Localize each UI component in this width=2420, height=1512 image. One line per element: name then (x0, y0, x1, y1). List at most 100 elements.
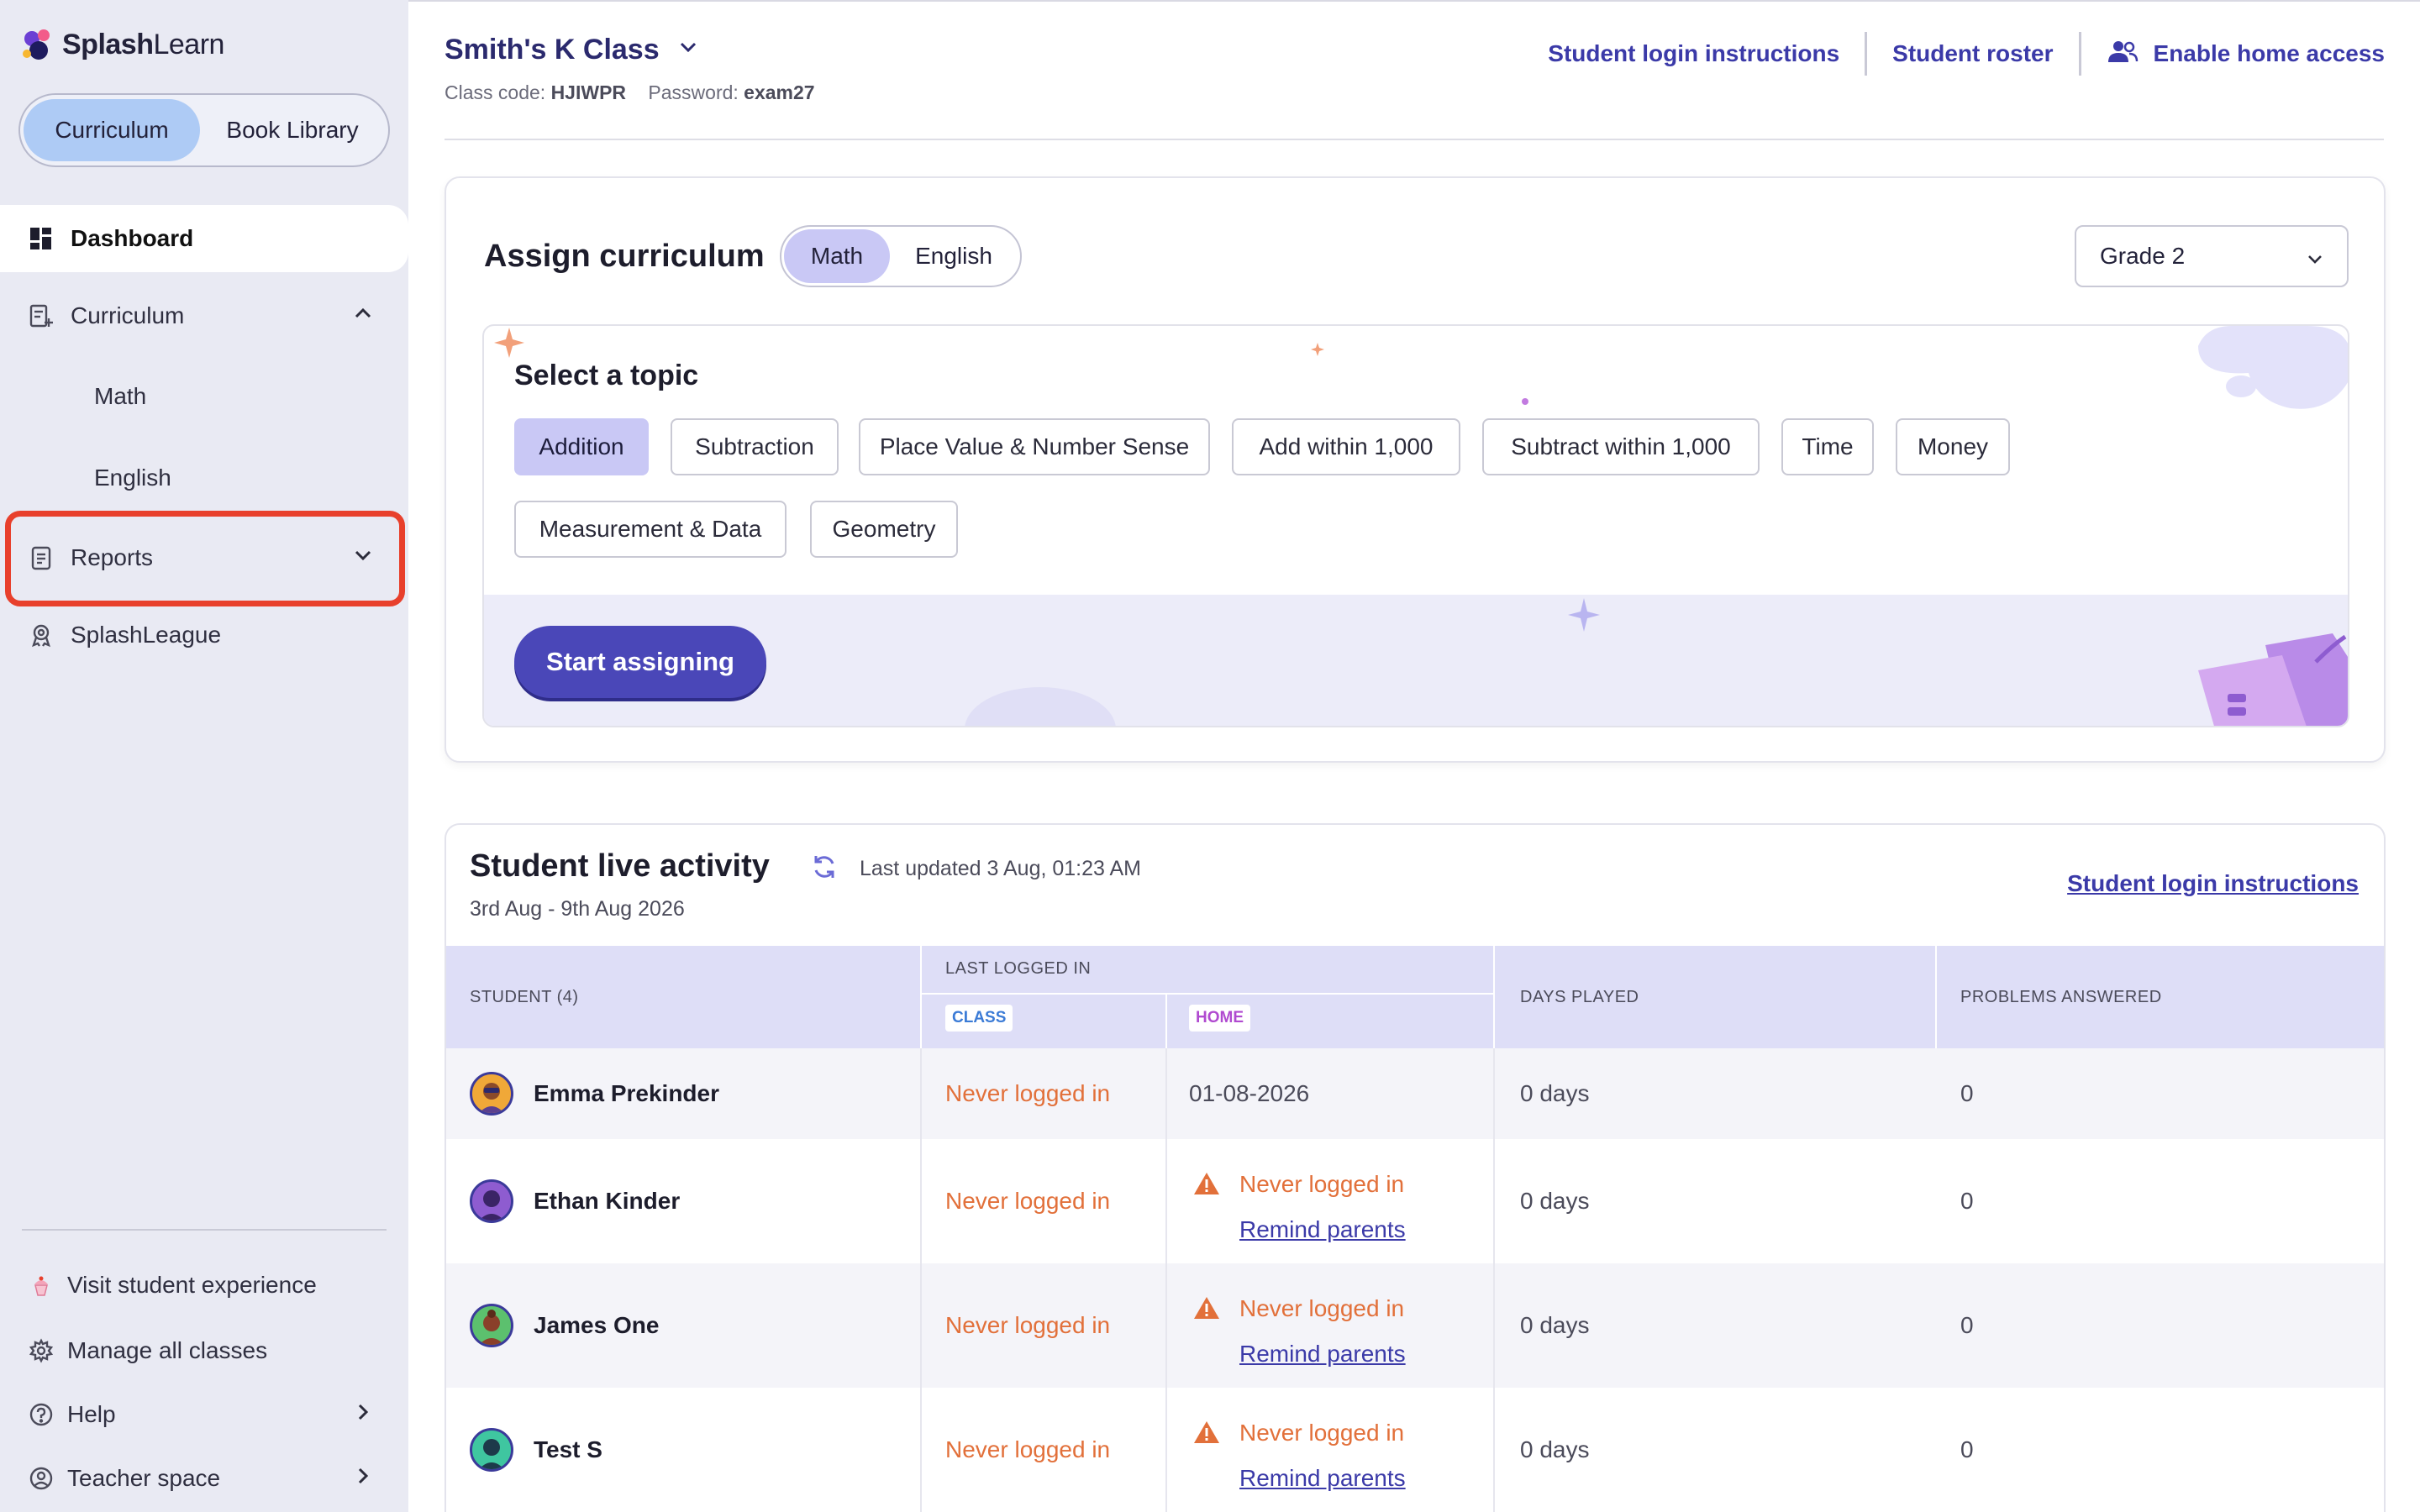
student-live-activity-card: Student live activity Last updated 3 Aug… (445, 823, 2386, 1512)
badge-icon (29, 622, 54, 648)
book-library-toggle-option[interactable]: Book Library (200, 99, 385, 161)
enable-home-access-link[interactable]: Enable home access (2107, 39, 2385, 70)
topic-chip-subtraction[interactable]: Subtraction (671, 418, 839, 475)
top-border (408, 0, 2420, 2)
footer-item-label: Visit student experience (67, 1272, 317, 1298)
topic-chip-measurement-data[interactable]: Measurement & Data (514, 501, 786, 558)
topic-chip-add-within-1000[interactable]: Add within 1,000 (1232, 418, 1460, 475)
student-name[interactable]: James One (534, 1312, 659, 1339)
problems-answered: 0 (1960, 1312, 1974, 1338)
class-last-login: Never logged in (945, 1312, 1111, 1338)
topic-chip-subtract-within-1000[interactable]: Subtract within 1,000 (1482, 418, 1760, 475)
grade-select[interactable]: Grade 2 (2075, 225, 2349, 287)
column-problems-answered: PROBLEMS ANSWERED (1960, 988, 2162, 1006)
chevron-right-icon (351, 1464, 375, 1494)
topic-selector: Select a topic Addition Subtraction Plac… (482, 324, 2349, 727)
sidebar-divider (22, 1229, 387, 1231)
subject-math-option[interactable]: Math (784, 229, 890, 283)
table-row: Ethan Kinder Never logged in Never logge… (446, 1139, 2384, 1263)
topic-chip-money[interactable]: Money (1896, 418, 2010, 475)
activity-table-header: STUDENT (4) LAST LOGGED IN CLASS HOME DA… (446, 946, 2384, 1048)
class-code: HJIWPR (550, 81, 627, 103)
activity-login-instructions-link[interactable]: Student login instructions (2067, 870, 2359, 897)
remind-parents-link[interactable]: Remind parents (1239, 1465, 1406, 1492)
days-played: 0 days (1520, 1312, 1590, 1338)
footer-item-label: Help (67, 1401, 116, 1427)
class-last-login: Never logged in (945, 1436, 1111, 1462)
start-assigning-button[interactable]: Start assigning (514, 626, 766, 698)
refresh-icon[interactable] (811, 853, 838, 885)
student-name[interactable]: Ethan Kinder (534, 1188, 680, 1215)
sidebar: SplashLearn Curriculum Book Library Dash… (0, 0, 408, 1512)
link-separator (1865, 32, 1868, 76)
logo-text: SplashLearn (62, 28, 224, 60)
link-separator (2078, 32, 2081, 76)
class-name: Smith's K Class (445, 34, 660, 66)
problems-answered: 0 (1960, 1080, 1974, 1106)
manage-all-classes-link[interactable]: Manage all classes (29, 1337, 267, 1364)
class-selector[interactable]: Smith's K Class (445, 34, 700, 66)
visit-student-experience-link[interactable]: Visit student experience (29, 1272, 317, 1299)
table-row: James One Never logged in Never logged i… (446, 1263, 2384, 1388)
student-name[interactable]: Emma Prekinder (534, 1080, 719, 1107)
gear-icon (29, 1338, 54, 1363)
topic-chip-place-value[interactable]: Place Value & Number Sense (859, 418, 1210, 475)
topic-chip-time[interactable]: Time (1781, 418, 1874, 475)
column-days-played: DAYS PLAYED (1520, 988, 1639, 1006)
help-menu[interactable]: Help (29, 1401, 380, 1428)
remind-parents-link[interactable]: Remind parents (1239, 1341, 1406, 1368)
student-roster-link[interactable]: Student roster (1892, 40, 2053, 67)
dashboard-icon (29, 226, 54, 251)
column-last-logged-in: LAST LOGGED IN (945, 959, 1092, 978)
class-last-login: Never logged in (945, 1080, 1111, 1106)
days-played: 0 days (1520, 1188, 1590, 1214)
assign-curriculum-card: Assign curriculum Math English Grade 2 S… (445, 176, 2386, 763)
grade-value: Grade 2 (2100, 243, 2186, 269)
footer-item-label: Manage all classes (67, 1337, 268, 1363)
column-divider (920, 1048, 922, 1512)
home-last-login: Never logged in (1239, 1295, 1405, 1321)
last-updated-text: Last updated 3 Aug, 01:23 AM (860, 857, 1141, 880)
home-tag: HOME (1189, 1005, 1250, 1032)
chevron-right-icon (351, 1400, 375, 1430)
curriculum-toggle-option[interactable]: Curriculum (24, 99, 200, 161)
chevron-down-icon (2305, 249, 2325, 276)
help-icon (29, 1402, 54, 1427)
header-divider (922, 993, 1493, 995)
reports-highlight-box (5, 511, 405, 606)
student-login-instructions-link[interactable]: Student login instructions (1548, 40, 1839, 67)
class-code-label: Class code: (445, 81, 546, 103)
class-last-login: Never logged in (945, 1188, 1111, 1214)
home-last-login: Never logged in (1239, 1420, 1405, 1446)
sidebar-item-curriculum[interactable]: Curriculum (29, 302, 371, 329)
sidebar-item-splashleague[interactable]: SplashLeague (29, 622, 221, 648)
header-divider (445, 139, 2384, 140)
avatar (470, 1428, 513, 1472)
topic-chip-geometry[interactable]: Geometry (810, 501, 958, 558)
column-divider (1165, 1048, 1167, 1512)
cupcake-icon (29, 1273, 54, 1298)
class-password: exam27 (744, 81, 815, 103)
student-name[interactable]: Test S (534, 1436, 602, 1463)
column-divider (1493, 1048, 1495, 1512)
home-last-login: Never logged in (1239, 1171, 1405, 1197)
teacher-space-menu[interactable]: Teacher space (29, 1465, 380, 1492)
remind-parents-link[interactable]: Remind parents (1239, 1216, 1406, 1243)
problems-answered: 0 (1960, 1188, 1974, 1214)
user-circle-icon (29, 1466, 54, 1491)
splashlearn-logo-icon (18, 25, 57, 64)
sidebar-subitem-math[interactable]: Math (94, 383, 146, 410)
sidebar-item-label: Curriculum (71, 302, 185, 328)
topic-footer: Start assigning (484, 595, 2348, 726)
sidebar-subitem-english[interactable]: English (94, 465, 171, 491)
avatar (470, 1304, 513, 1347)
avatar (470, 1179, 513, 1223)
subject-english-option[interactable]: English (890, 229, 1018, 283)
users-icon (2107, 39, 2139, 70)
sidebar-item-dashboard[interactable]: Dashboard (0, 205, 408, 272)
problems-answered: 0 (1960, 1436, 1974, 1462)
subject-toggle: Math English (780, 225, 1022, 287)
topic-chip-addition[interactable]: Addition (514, 418, 649, 475)
header-divider (920, 946, 922, 1048)
splashlearn-logo[interactable]: SplashLearn (18, 24, 224, 66)
